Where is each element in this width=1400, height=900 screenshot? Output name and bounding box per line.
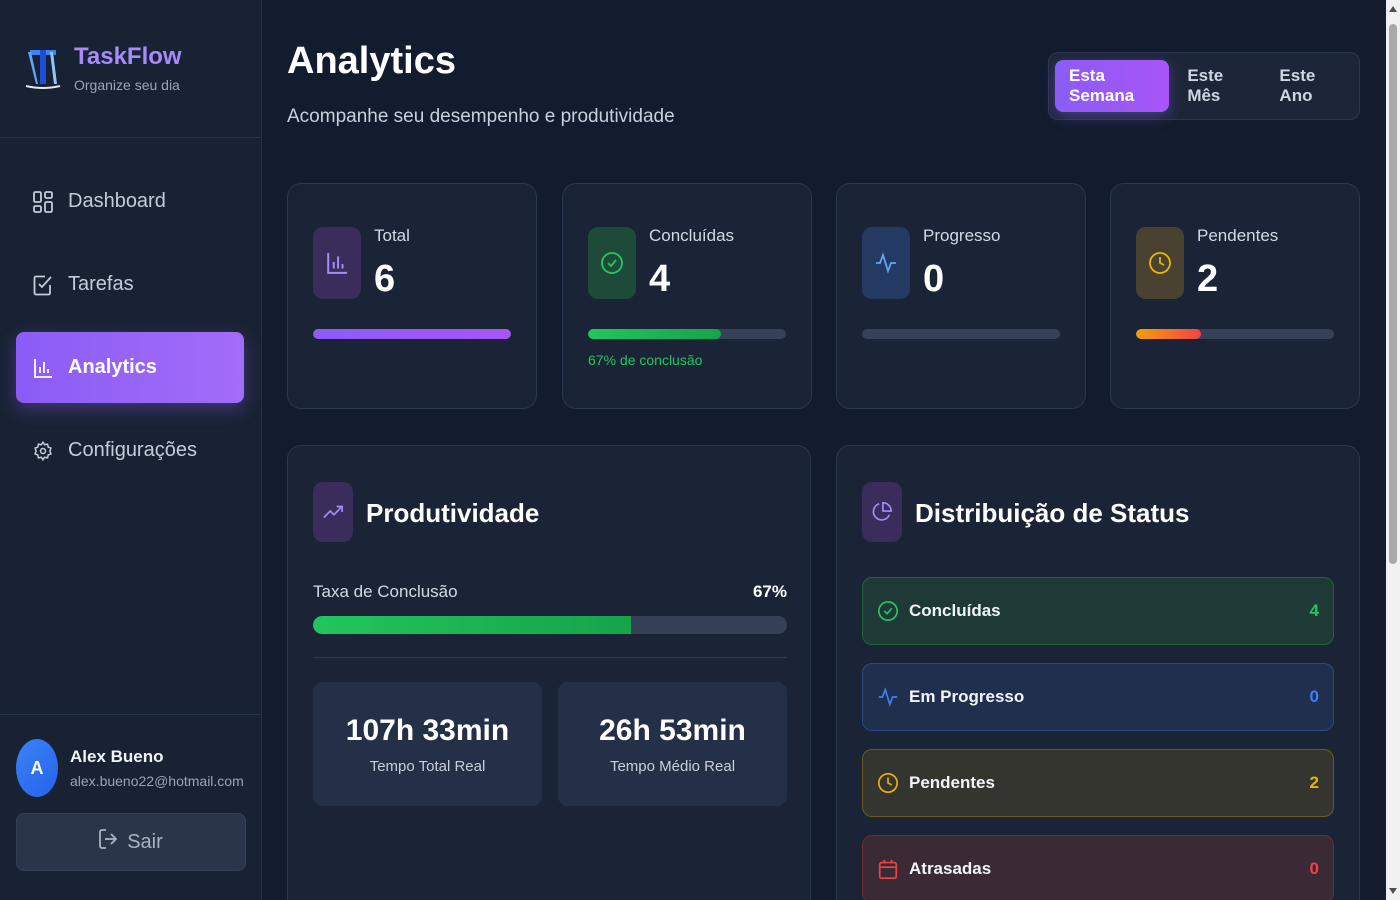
period-selector: Esta Semana Este Mês Este Ano <box>1048 52 1360 120</box>
stat-progress-bar <box>862 329 1060 339</box>
status-item-pendentes: Pendentes 2 <box>862 749 1334 817</box>
total-time-card: 107h 33min Tempo Total Real <box>313 682 542 806</box>
scroll-down-arrow-icon[interactable] <box>1389 888 1397 894</box>
completion-rate-row: Taxa de Conclusão 67% <box>313 582 787 602</box>
sidebar-item-label: Analytics <box>68 356 157 378</box>
app: TaskFlow Organize seu dia Dashboard Tare… <box>0 0 1400 900</box>
stat-label: Progresso <box>923 226 1001 245</box>
logout-button[interactable]: Sair <box>16 813 246 871</box>
productivity-title: Produtividade <box>366 498 540 528</box>
brand: TaskFlow Organize seu dia <box>0 0 261 138</box>
calendar-icon <box>877 858 899 880</box>
activity-icon <box>877 686 899 708</box>
clock-icon <box>877 772 899 794</box>
check-circle-icon <box>588 227 636 299</box>
dashboard-icon <box>32 190 54 213</box>
checkbox-icon <box>32 274 54 296</box>
logout-icon <box>99 829 118 855</box>
stat-label: Pendentes <box>1197 226 1279 245</box>
sidebar-item-label: Tarefas <box>68 273 134 295</box>
completion-rate-value: 67% <box>752 582 787 601</box>
sidebar-item-tarefas[interactable]: Tarefas <box>16 249 244 320</box>
bar-chart-icon <box>313 227 361 299</box>
page-title: Analytics <box>287 40 456 82</box>
logo-icon <box>24 44 62 94</box>
stat-card-pendentes: Pendentes 2 <box>1110 183 1360 409</box>
stat-value: 4 <box>649 258 671 300</box>
stat-label: Concluídas <box>649 226 735 245</box>
stat-card-progresso: Progresso 0 <box>836 183 1086 409</box>
page-subtitle: Acompanhe seu desempenho e produtividade <box>287 106 675 127</box>
stat-progress-fill <box>313 329 511 339</box>
app-title: TaskFlow <box>74 43 182 71</box>
divider <box>313 657 787 658</box>
status-count: 4 <box>1309 601 1319 620</box>
status-item-concluidas: Concluídas 4 <box>862 577 1334 645</box>
stat-card-concluidas: Concluídas 4 67% de conclusão <box>562 183 812 409</box>
avg-time-label: Tempo Médio Real <box>609 757 736 775</box>
stat-value: 0 <box>923 258 945 300</box>
user-email: alex.bueno22@hotmail.com <box>70 773 244 789</box>
status-count: 0 <box>1309 859 1319 878</box>
stat-label: Total <box>374 226 410 245</box>
status-label: Em Progresso <box>909 687 1025 706</box>
user-name: Alex Bueno <box>70 747 164 766</box>
app-subtitle: Organize seu dia <box>74 76 180 93</box>
period-este-ano-button[interactable]: Este Ano <box>1265 60 1353 112</box>
status-distribution-panel: Distribuição de Status Concluídas 4 Em P… <box>836 445 1360 900</box>
sidebar-nav: Dashboard Tarefas Analytics Configuraçõe… <box>0 138 261 486</box>
completion-rate-bar <box>313 616 787 634</box>
distribution-title: Distribuição de Status <box>915 498 1190 528</box>
stat-card-total: Total 6 <box>287 183 537 409</box>
sidebar: TaskFlow Organize seu dia Dashboard Tare… <box>0 0 262 900</box>
stat-value: 6 <box>374 258 396 300</box>
period-esta-semana-button[interactable]: Esta Semana <box>1055 60 1170 112</box>
period-este-mes-button[interactable]: Este Mês <box>1173 60 1261 112</box>
activity-icon <box>862 227 910 299</box>
user-profile: A Alex Bueno alex.bueno22@hotmail.com <box>16 739 246 797</box>
trending-up-icon <box>313 482 353 542</box>
completion-note: 67% de conclusão <box>588 352 703 368</box>
sidebar-item-label: Dashboard <box>68 190 166 212</box>
total-time-value: 107h 33min <box>345 713 510 747</box>
stat-progress-fill <box>1136 329 1202 339</box>
status-label: Atrasadas <box>909 859 992 878</box>
scrollbar-thumb[interactable] <box>1389 24 1397 564</box>
status-count: 2 <box>1309 773 1319 792</box>
status-item-em-progresso: Em Progresso 0 <box>862 663 1334 731</box>
stat-progress-fill <box>588 329 721 339</box>
status-label: Concluídas <box>909 601 1001 620</box>
productivity-panel: Produtividade Taxa de Conclusão 67% 107h… <box>287 445 811 900</box>
completion-rate-fill <box>313 616 631 634</box>
user-area: A Alex Bueno alex.bueno22@hotmail.com Sa… <box>0 714 262 900</box>
avg-time-value: 26h 53min <box>599 713 746 747</box>
sidebar-item-dashboard[interactable]: Dashboard <box>16 166 244 237</box>
avatar: A <box>16 739 58 797</box>
main-content: Analytics Acompanhe seu desempenho e pro… <box>262 0 1386 900</box>
logout-label: Sair <box>127 830 163 853</box>
status-item-atrasadas: Atrasadas 0 <box>862 835 1334 900</box>
clock-icon <box>1136 227 1184 299</box>
stat-progress-bar <box>1136 329 1334 339</box>
pie-chart-icon <box>862 482 902 542</box>
sidebar-item-analytics[interactable]: Analytics <box>16 332 244 403</box>
sidebar-item-label: Configurações <box>68 439 197 461</box>
status-label: Pendentes <box>909 773 995 792</box>
avg-time-card: 26h 53min Tempo Médio Real <box>558 682 787 806</box>
scroll-up-arrow-icon[interactable] <box>1389 6 1397 12</box>
bar-chart-icon <box>32 357 54 379</box>
stat-value: 2 <box>1197 258 1219 300</box>
stat-progress-bar <box>313 329 511 339</box>
total-time-label: Tempo Total Real <box>369 757 486 775</box>
gear-icon <box>32 440 54 462</box>
stat-progress-bar <box>588 329 786 339</box>
completion-rate-label: Taxa de Conclusão <box>313 582 458 601</box>
scrollbar[interactable] <box>1386 0 1400 900</box>
check-circle-icon <box>877 600 899 622</box>
status-count: 0 <box>1309 687 1319 706</box>
sidebar-item-configuracoes[interactable]: Configurações <box>16 415 244 486</box>
